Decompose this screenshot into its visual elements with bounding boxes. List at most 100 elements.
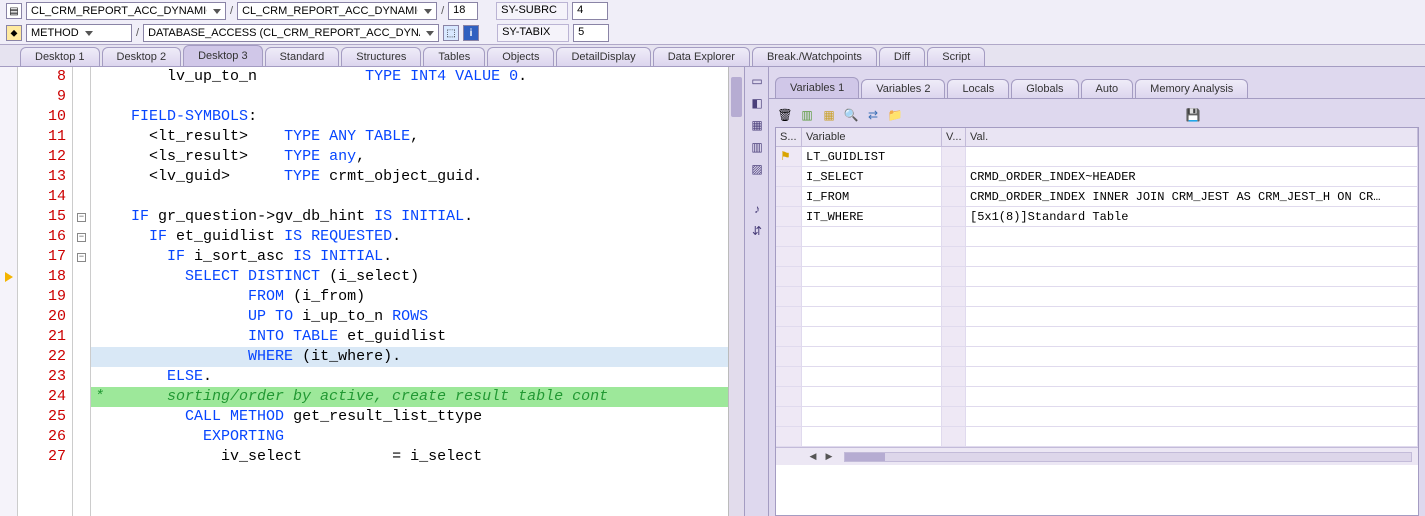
- code-line[interactable]: FIELD-SYMBOLS:: [91, 107, 728, 127]
- code-line[interactable]: WHERE (it_where).: [91, 347, 728, 367]
- code-lines[interactable]: lv_up_to_n TYPE INT4 VALUE 0. FIELD-SYMB…: [91, 67, 728, 516]
- marker-icon[interactable]: ⬥: [6, 25, 22, 41]
- info-icon[interactable]: i: [463, 25, 479, 41]
- variable-row-empty[interactable]: [776, 427, 1418, 447]
- variable-row[interactable]: I_FROM CRMD_ORDER_INDEX INNER JOIN CRM_JE…: [776, 187, 1418, 207]
- code-line[interactable]: SELECT DISTINCT (i_select): [91, 267, 728, 287]
- tab-detaildisplay[interactable]: DetailDisplay: [556, 47, 650, 66]
- scroll-right-icon[interactable]: ▶: [822, 451, 836, 463]
- variable-row-empty[interactable]: [776, 387, 1418, 407]
- code-line[interactable]: [91, 187, 728, 207]
- variable-row-empty[interactable]: [776, 407, 1418, 427]
- fold-toggle-icon[interactable]: −: [77, 213, 86, 222]
- col-status[interactable]: S...: [776, 128, 802, 147]
- sy-subrc-value[interactable]: 4: [572, 2, 608, 20]
- tab-tables[interactable]: Tables: [423, 47, 485, 66]
- trash-icon[interactable]: 🗑: [777, 107, 793, 123]
- method-path-field[interactable]: DATABASE_ACCESS (CL_CRM_REPORT_ACC_DYNAM…: [143, 24, 439, 42]
- tab-diff[interactable]: Diff: [879, 47, 925, 66]
- scroll-left-icon[interactable]: ◀: [806, 451, 820, 463]
- layout-tool-icon[interactable]: ▦: [749, 117, 765, 133]
- code-line[interactable]: CALL METHOD get_result_list_ttype: [91, 407, 728, 427]
- code-line[interactable]: IF et_guidlist IS REQUESTED.: [91, 227, 728, 247]
- variable-row[interactable]: I_SELECT CRMD_ORDER_INDEX~HEADER: [776, 167, 1418, 187]
- type-icon[interactable]: ⬚: [443, 25, 459, 41]
- var-name[interactable]: I_FROM: [802, 187, 942, 207]
- program-field-1[interactable]: CL_CRM_REPORT_ACC_DYNAMIC====: [26, 2, 226, 20]
- code-line[interactable]: iv_select = i_select: [91, 447, 728, 467]
- tab-locals[interactable]: Locals: [947, 79, 1009, 98]
- var-name[interactable]: I_SELECT: [802, 167, 942, 187]
- tab-memory-analysis[interactable]: Memory Analysis: [1135, 79, 1248, 98]
- program-field-2[interactable]: CL_CRM_REPORT_ACC_DYNAMIC====: [237, 2, 437, 20]
- tab-data-explorer[interactable]: Data Explorer: [653, 47, 750, 66]
- tab-auto[interactable]: Auto: [1081, 79, 1134, 98]
- code-line[interactable]: [91, 87, 728, 107]
- layout-tool-icon[interactable]: ▥: [749, 139, 765, 155]
- var-value[interactable]: CRMD_ORDER_INDEX INNER JOIN CRM_JEST AS …: [966, 187, 1418, 207]
- sy-tabix-value[interactable]: 5: [573, 24, 609, 42]
- tab-desktop-1[interactable]: Desktop 1: [20, 47, 100, 66]
- col-v[interactable]: V...: [942, 128, 966, 147]
- fold-toggle-icon[interactable]: −: [77, 233, 86, 242]
- variable-row-empty[interactable]: [776, 267, 1418, 287]
- line-number-field[interactable]: 18: [448, 2, 478, 20]
- code-line[interactable]: lv_up_to_n TYPE INT4 VALUE 0.: [91, 67, 728, 87]
- variables-hscroll[interactable]: ◀ ▶: [776, 447, 1418, 465]
- variable-row-empty[interactable]: [776, 227, 1418, 247]
- layout-tool-icon[interactable]: ◧: [749, 95, 765, 111]
- sheet2-icon[interactable]: ▦: [821, 107, 837, 123]
- code-line[interactable]: ELSE.: [91, 367, 728, 387]
- code-line[interactable]: INTO TABLE et_guidlist: [91, 327, 728, 347]
- binoculars-icon[interactable]: 🔍: [843, 107, 859, 123]
- layout-tool-icon[interactable]: ▭: [749, 73, 765, 89]
- code-line[interactable]: IF i_sort_asc IS INITIAL.: [91, 247, 728, 267]
- var-name[interactable]: LT_GUIDLIST: [802, 147, 942, 167]
- col-variable[interactable]: Variable: [802, 128, 942, 147]
- vertical-scrollbar[interactable]: [728, 67, 744, 516]
- swap-icon[interactable]: ⇄: [865, 107, 881, 123]
- code-line[interactable]: IF gr_question->gv_db_hint IS INITIAL.: [91, 207, 728, 227]
- tab-variables-2[interactable]: Variables 2: [861, 79, 945, 98]
- code-line[interactable]: <ls_result> TYPE any,: [91, 147, 728, 167]
- variable-row-empty[interactable]: [776, 247, 1418, 267]
- save-icon[interactable]: 💾: [1185, 107, 1201, 123]
- code-line[interactable]: FROM (i_from): [91, 287, 728, 307]
- folder-icon[interactable]: 📁: [887, 107, 903, 123]
- var-value[interactable]: CRMD_ORDER_INDEX~HEADER: [966, 167, 1418, 187]
- gutter-fold[interactable]: − − −: [73, 67, 91, 516]
- variable-row-empty[interactable]: [776, 307, 1418, 327]
- code-line[interactable]: EXPORTING: [91, 427, 728, 447]
- code-line[interactable]: <lt_result> TYPE ANY TABLE,: [91, 127, 728, 147]
- variable-row-empty[interactable]: [776, 367, 1418, 387]
- variable-row-empty[interactable]: [776, 287, 1418, 307]
- tab-variables-1[interactable]: Variables 1: [775, 77, 859, 98]
- variables-grid[interactable]: S... Variable V... Val. ⚑LT_GUIDLISTI_SE…: [775, 127, 1419, 516]
- layout-tool-icon[interactable]: ▨: [749, 161, 765, 177]
- tab-structures[interactable]: Structures: [341, 47, 421, 66]
- fold-toggle-icon[interactable]: −: [77, 253, 86, 262]
- tab-globals[interactable]: Globals: [1011, 79, 1078, 98]
- tab-script[interactable]: Script: [927, 47, 985, 66]
- code-line[interactable]: UP TO i_up_to_n ROWS: [91, 307, 728, 327]
- code-line[interactable]: * sorting/order by active, create result…: [91, 387, 728, 407]
- var-value[interactable]: [5x1(8)]Standard Table: [966, 207, 1418, 227]
- tab-desktop-3[interactable]: Desktop 3: [183, 45, 263, 66]
- tab-desktop-2[interactable]: Desktop 2: [102, 47, 182, 66]
- headset-icon[interactable]: ♪: [749, 201, 765, 217]
- tab-standard[interactable]: Standard: [265, 47, 340, 66]
- sheet-icon[interactable]: ▥: [799, 107, 815, 123]
- variable-row[interactable]: ⚑LT_GUIDLIST: [776, 147, 1418, 167]
- code-line[interactable]: <lv_guid> TYPE crmt_object_guid.: [91, 167, 728, 187]
- variable-row-empty[interactable]: [776, 347, 1418, 367]
- variable-row[interactable]: IT_WHERE [5x1(8)]Standard Table: [776, 207, 1418, 227]
- variable-row-empty[interactable]: [776, 327, 1418, 347]
- col-value[interactable]: Val.: [966, 128, 1418, 147]
- method-dropdown[interactable]: METHOD: [26, 24, 132, 42]
- tab-break-watchpoints[interactable]: Break./Watchpoints: [752, 47, 877, 66]
- var-value[interactable]: [966, 147, 1418, 167]
- hierarchy-icon[interactable]: ⇵: [749, 223, 765, 239]
- var-name[interactable]: IT_WHERE: [802, 207, 942, 227]
- tab-objects[interactable]: Objects: [487, 47, 554, 66]
- document-icon[interactable]: ▤: [6, 3, 22, 19]
